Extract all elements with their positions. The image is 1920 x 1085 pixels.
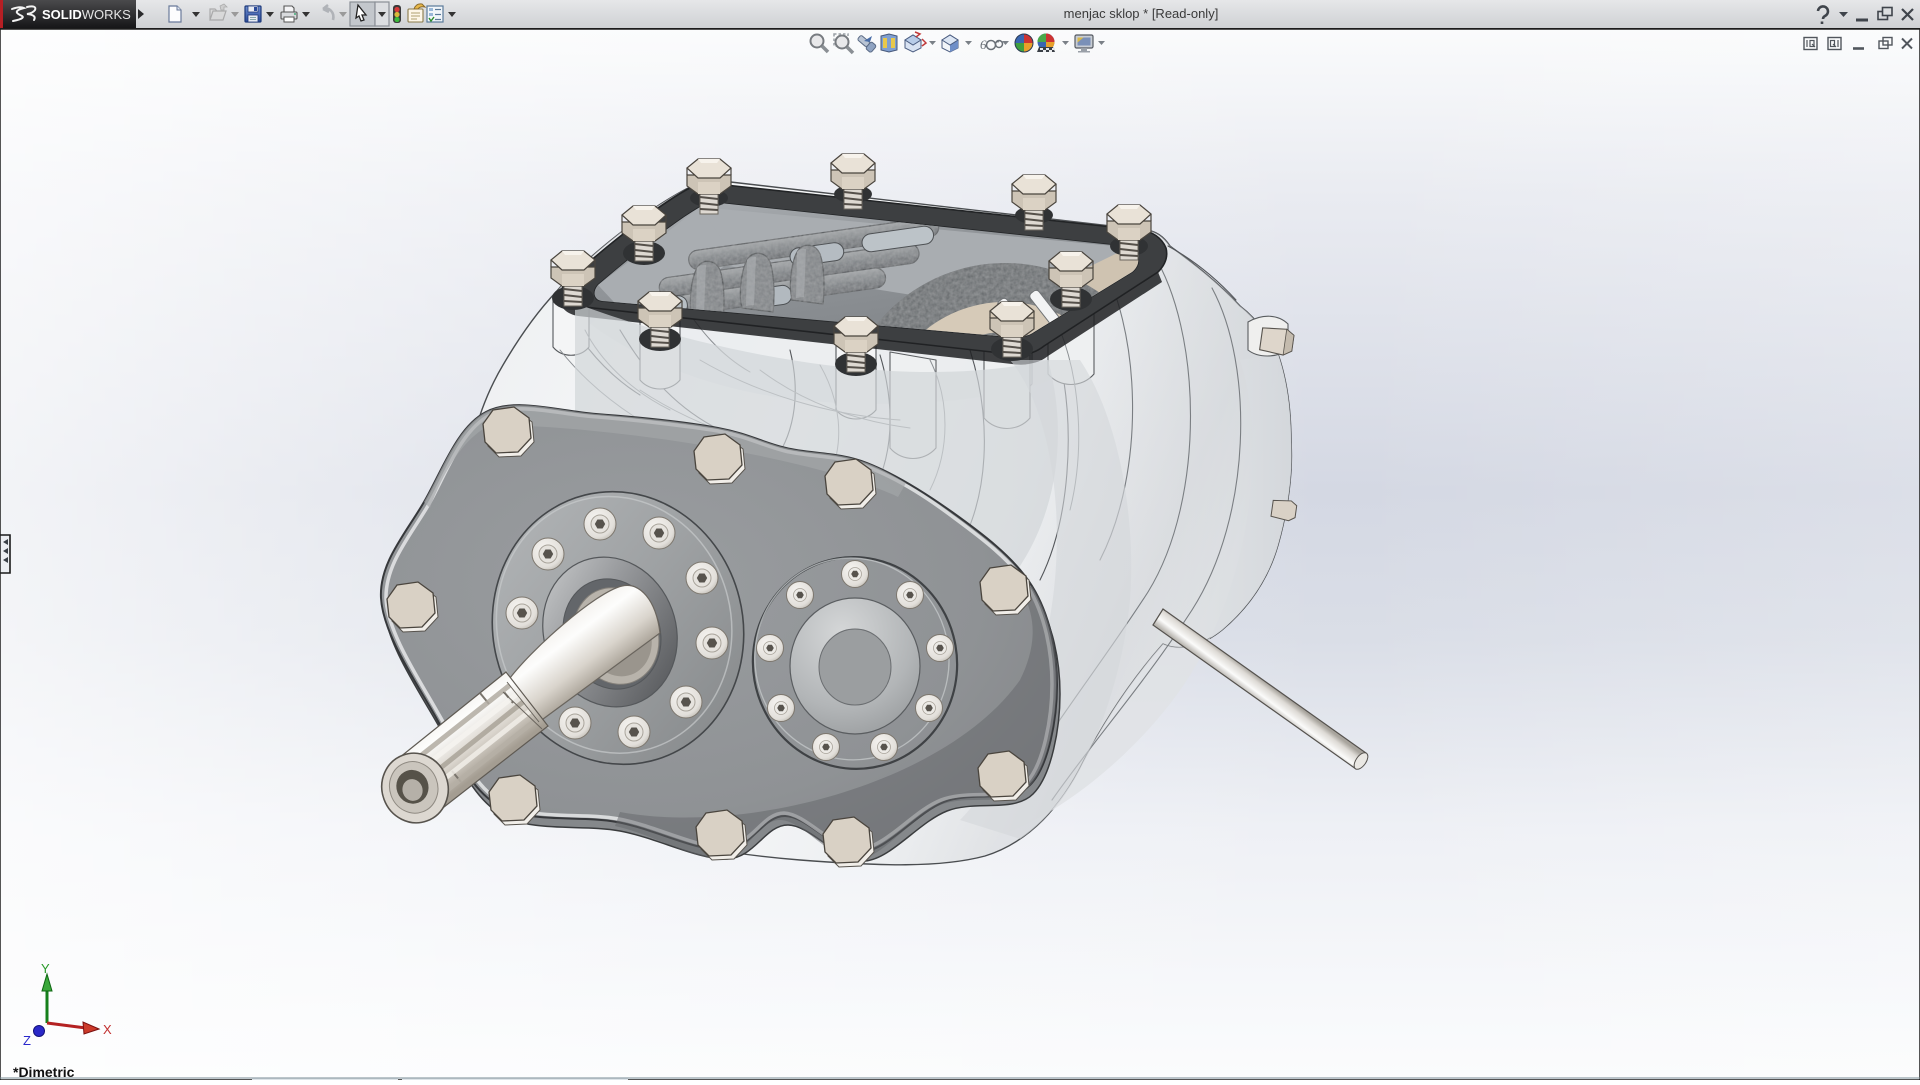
svg-text:SOLIDWORKS: SOLIDWORKS xyxy=(42,7,131,22)
svg-text:Z: Z xyxy=(23,1033,31,1048)
svg-text:X: X xyxy=(103,1022,112,1037)
svg-text:Y: Y xyxy=(41,961,50,976)
